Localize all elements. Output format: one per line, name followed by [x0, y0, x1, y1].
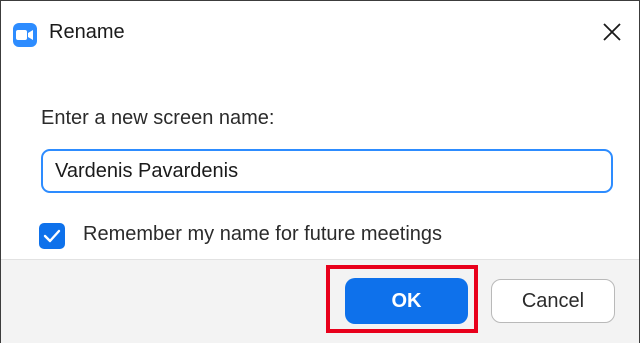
checkmark-icon [43, 229, 61, 243]
close-icon [603, 23, 621, 41]
zoom-camera-icon [13, 23, 37, 47]
title-bar: Rename [1, 1, 639, 67]
cancel-button[interactable]: Cancel [491, 279, 615, 323]
screen-name-prompt: Enter a new screen name: [41, 107, 275, 129]
ok-button[interactable]: OK [345, 278, 468, 324]
screen-name-input[interactable] [41, 149, 613, 193]
remember-name-label: Remember my name for future meetings [83, 223, 443, 245]
dialog-title: Rename [49, 21, 125, 43]
remember-name-checkbox[interactable] [39, 223, 65, 249]
close-button[interactable] [597, 17, 627, 47]
